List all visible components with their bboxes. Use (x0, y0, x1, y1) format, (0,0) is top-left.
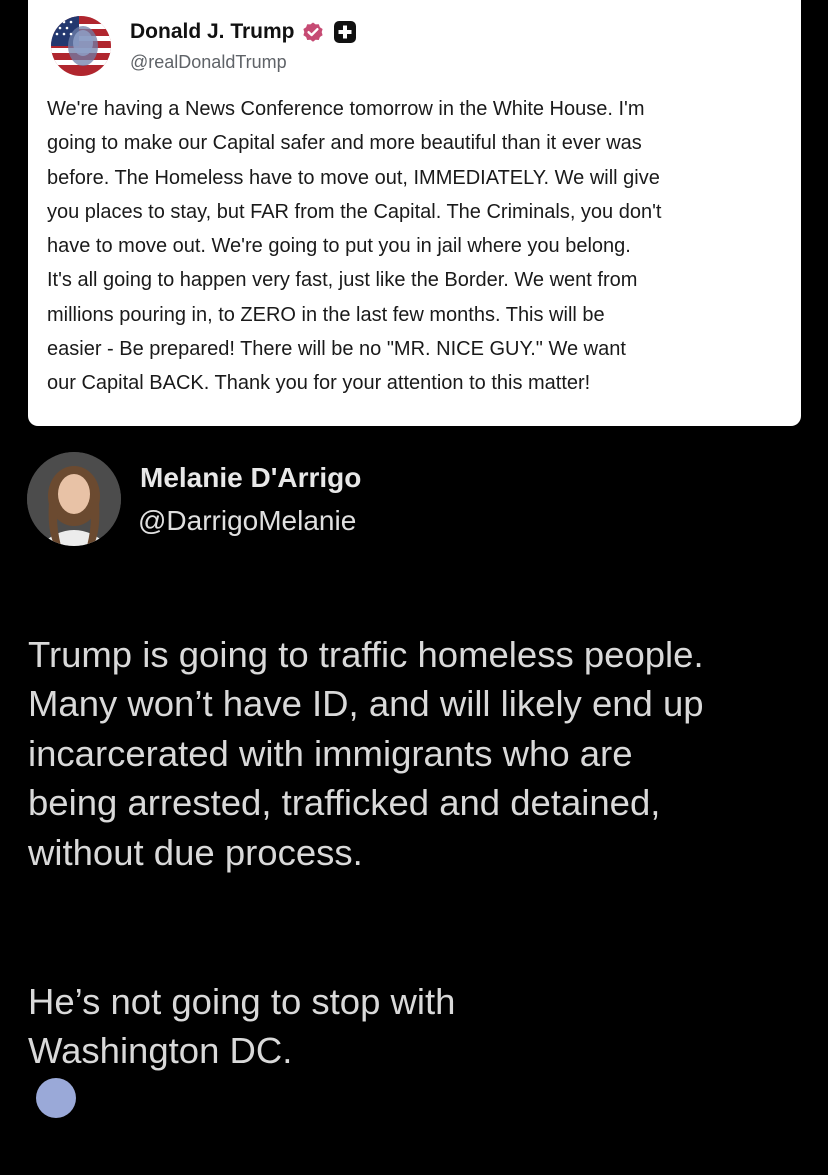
melanie-avatar[interactable] (27, 452, 121, 546)
plus-icon[interactable] (333, 20, 357, 44)
quoted-post-text: We're having a News Conference tomorrow … (47, 98, 662, 395)
post-author-name[interactable]: Melanie D'Arrigo (140, 462, 361, 494)
quoted-author-name[interactable]: Donald J. Trump (130, 20, 295, 44)
post-author-handle[interactable]: @DarrigoMelanie (138, 505, 356, 537)
quoted-author-handle[interactable]: @realDonaldTrump (130, 52, 287, 73)
avatar[interactable] (36, 1078, 76, 1118)
profile-photo-icon (27, 452, 121, 546)
quoted-author-row: Donald J. Trump (130, 20, 357, 44)
avatar-flag-portrait-icon (51, 16, 111, 76)
post-paragraph: Trump is going to traffic homeless peopl… (28, 633, 704, 873)
trump-avatar[interactable] (51, 16, 111, 76)
quoted-post-card[interactable]: Donald J. Trump @realDonaldTrump We're h… (28, 0, 801, 426)
post-paragraph: He’s not going to stop with Washington D… (28, 980, 456, 1072)
verified-badge-icon (301, 20, 325, 44)
